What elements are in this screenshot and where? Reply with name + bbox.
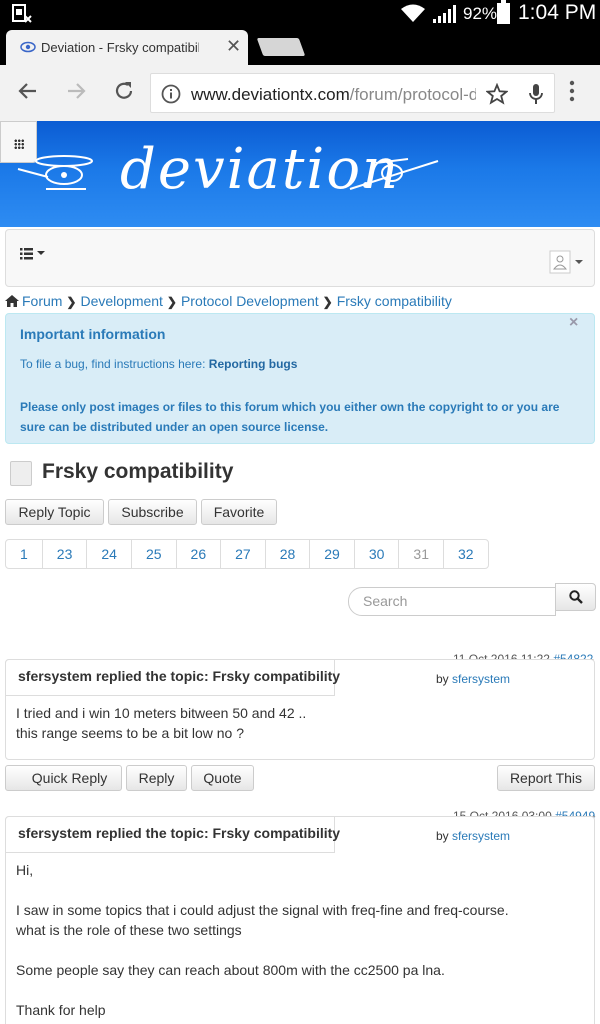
page-link[interactable]: 23 — [41, 539, 88, 569]
page-current: 31 — [398, 539, 444, 569]
browser-tab[interactable]: Deviation - Frsky compatibility ✕ — [6, 30, 248, 65]
bookmark-star-icon[interactable] — [486, 83, 508, 105]
quote-button[interactable]: Quote — [191, 765, 254, 791]
breadcrumb-development[interactable]: Development — [80, 293, 163, 309]
chevron-right-icon: ❯ — [166, 295, 177, 309]
tab-close-icon[interactable]: ✕ — [226, 36, 241, 57]
post-author: by sfersystem — [436, 829, 511, 843]
chevron-right-icon: ❯ — [66, 295, 77, 309]
site-banner: deviation — [0, 121, 600, 227]
document-icon — [10, 461, 32, 486]
search-icon — [569, 590, 583, 604]
helicopter-left-icon — [17, 155, 93, 190]
breadcrumb: Forum ❯ Development ❯ Protocol Development ❯ F… — [5, 293, 452, 311]
alert-title: Important information — [20, 326, 166, 342]
post: sfersystem replied the topic: Frsky comp… — [5, 659, 595, 760]
page-link[interactable]: 32 — [443, 539, 489, 569]
helicopter-right-icon — [349, 158, 439, 190]
reporting-bugs-link[interactable]: Reporting bugs — [209, 357, 298, 371]
list-menu-icon[interactable] — [20, 247, 46, 261]
new-tab-button[interactable] — [256, 38, 306, 56]
subscribe-button[interactable]: Subscribe — [108, 499, 197, 525]
post: sfersystem replied the topic: Frsky comp… — [5, 816, 595, 1024]
post-heading: sfersystem replied the topic: Frsky comp… — [5, 659, 340, 696]
post-author: by sfersystem — [436, 672, 511, 686]
reply-button[interactable]: Reply — [126, 765, 187, 791]
author-link[interactable]: sfersystem — [452, 672, 510, 686]
home-icon — [5, 295, 19, 307]
pagination: 1 23 24 25 26 27 28 29 30 31 32 — [5, 539, 489, 569]
no-sim-icon — [12, 4, 32, 23]
alert-license-notice: Please only post images or files to this… — [20, 400, 560, 434]
page-link[interactable]: 28 — [264, 539, 311, 569]
chevron-right-icon: ❯ — [322, 295, 333, 309]
overflow-menu-icon[interactable] — [568, 79, 576, 103]
page-title: Frsky compatibility — [42, 460, 234, 483]
page-link[interactable]: 24 — [86, 539, 132, 569]
signal-icon — [433, 5, 456, 23]
back-arrow-icon[interactable] — [16, 79, 40, 103]
page-link[interactable]: 30 — [353, 539, 400, 569]
url-text[interactable]: www.deviationtx.com/forum/protocol-de — [191, 85, 476, 105]
breadcrumb-frsky-compatibility[interactable]: Frsky compatibility — [337, 293, 452, 309]
info-alert: Important information × To file a bug, f… — [5, 313, 595, 444]
battery-level: 92% — [463, 4, 498, 23]
search-button[interactable] — [555, 583, 596, 611]
author-link[interactable]: sfersystem — [452, 829, 510, 843]
status-bar: 92% 1:04 PM — [0, 0, 600, 28]
page-link[interactable]: 29 — [309, 539, 355, 569]
grid-icon — [14, 139, 24, 149]
close-icon[interactable]: × — [569, 314, 578, 332]
clock: 1:04 PM — [518, 1, 597, 24]
forward-arrow-icon[interactable] — [64, 79, 88, 103]
post-body: I tried and i win 10 meters bitween 50 a… — [16, 703, 306, 743]
breadcrumb-protocol-development[interactable]: Protocol Development — [181, 293, 319, 309]
page-link[interactable]: 26 — [175, 539, 222, 569]
post-heading: sfersystem replied the topic: Frsky comp… — [5, 816, 340, 853]
alert-bug-line: To file a bug, find instructions here: R… — [20, 357, 298, 371]
microphone-icon[interactable] — [527, 83, 545, 105]
post-line: what is the role of these two settings — [16, 922, 242, 938]
quick-reply-button[interactable]: Quick Reply — [5, 765, 122, 791]
address-bar[interactable]: www.deviationtx.com/forum/protocol-de — [150, 73, 555, 113]
post-line — [16, 980, 509, 1000]
user-menu-icon[interactable] — [549, 250, 587, 274]
post-line: I tried and i win 10 meters bitween 50 a… — [16, 705, 307, 721]
browser-toolbar: www.deviationtx.com/forum/protocol-de — [0, 65, 600, 121]
report-button[interactable]: Report This — [497, 765, 595, 791]
page-link[interactable]: 1 — [5, 539, 43, 569]
tab-title: Deviation - Frsky compatibility — [41, 40, 199, 55]
info-icon[interactable] — [161, 84, 181, 104]
post-line — [16, 940, 509, 960]
search-input[interactable]: Search — [348, 587, 556, 616]
favorite-button[interactable]: Favorite — [201, 499, 277, 525]
page-link[interactable]: 27 — [220, 539, 266, 569]
post-line: Thank for help — [16, 1002, 106, 1018]
post-line — [16, 880, 509, 900]
breadcrumb-forum[interactable]: Forum — [22, 293, 62, 309]
wifi-icon — [401, 4, 425, 22]
post-line: this range seems to be a bit low no ? — [16, 725, 245, 741]
post-line: Hi, — [16, 862, 34, 878]
eye-icon — [20, 41, 36, 53]
reply-topic-button[interactable]: Reply Topic — [5, 499, 104, 525]
battery-icon — [497, 0, 510, 24]
post-line: I saw in some topics that i could adjust… — [16, 902, 509, 918]
reload-icon[interactable] — [112, 79, 136, 103]
post-body: Hi, I saw in some topics that i could ad… — [16, 860, 509, 1020]
tab-strip: Deviation - Frsky compatibility ✕ — [0, 28, 600, 65]
page-link[interactable]: 25 — [130, 539, 177, 569]
forum-navbar — [5, 229, 595, 287]
post-line: Some people say they can reach about 800… — [16, 962, 445, 978]
